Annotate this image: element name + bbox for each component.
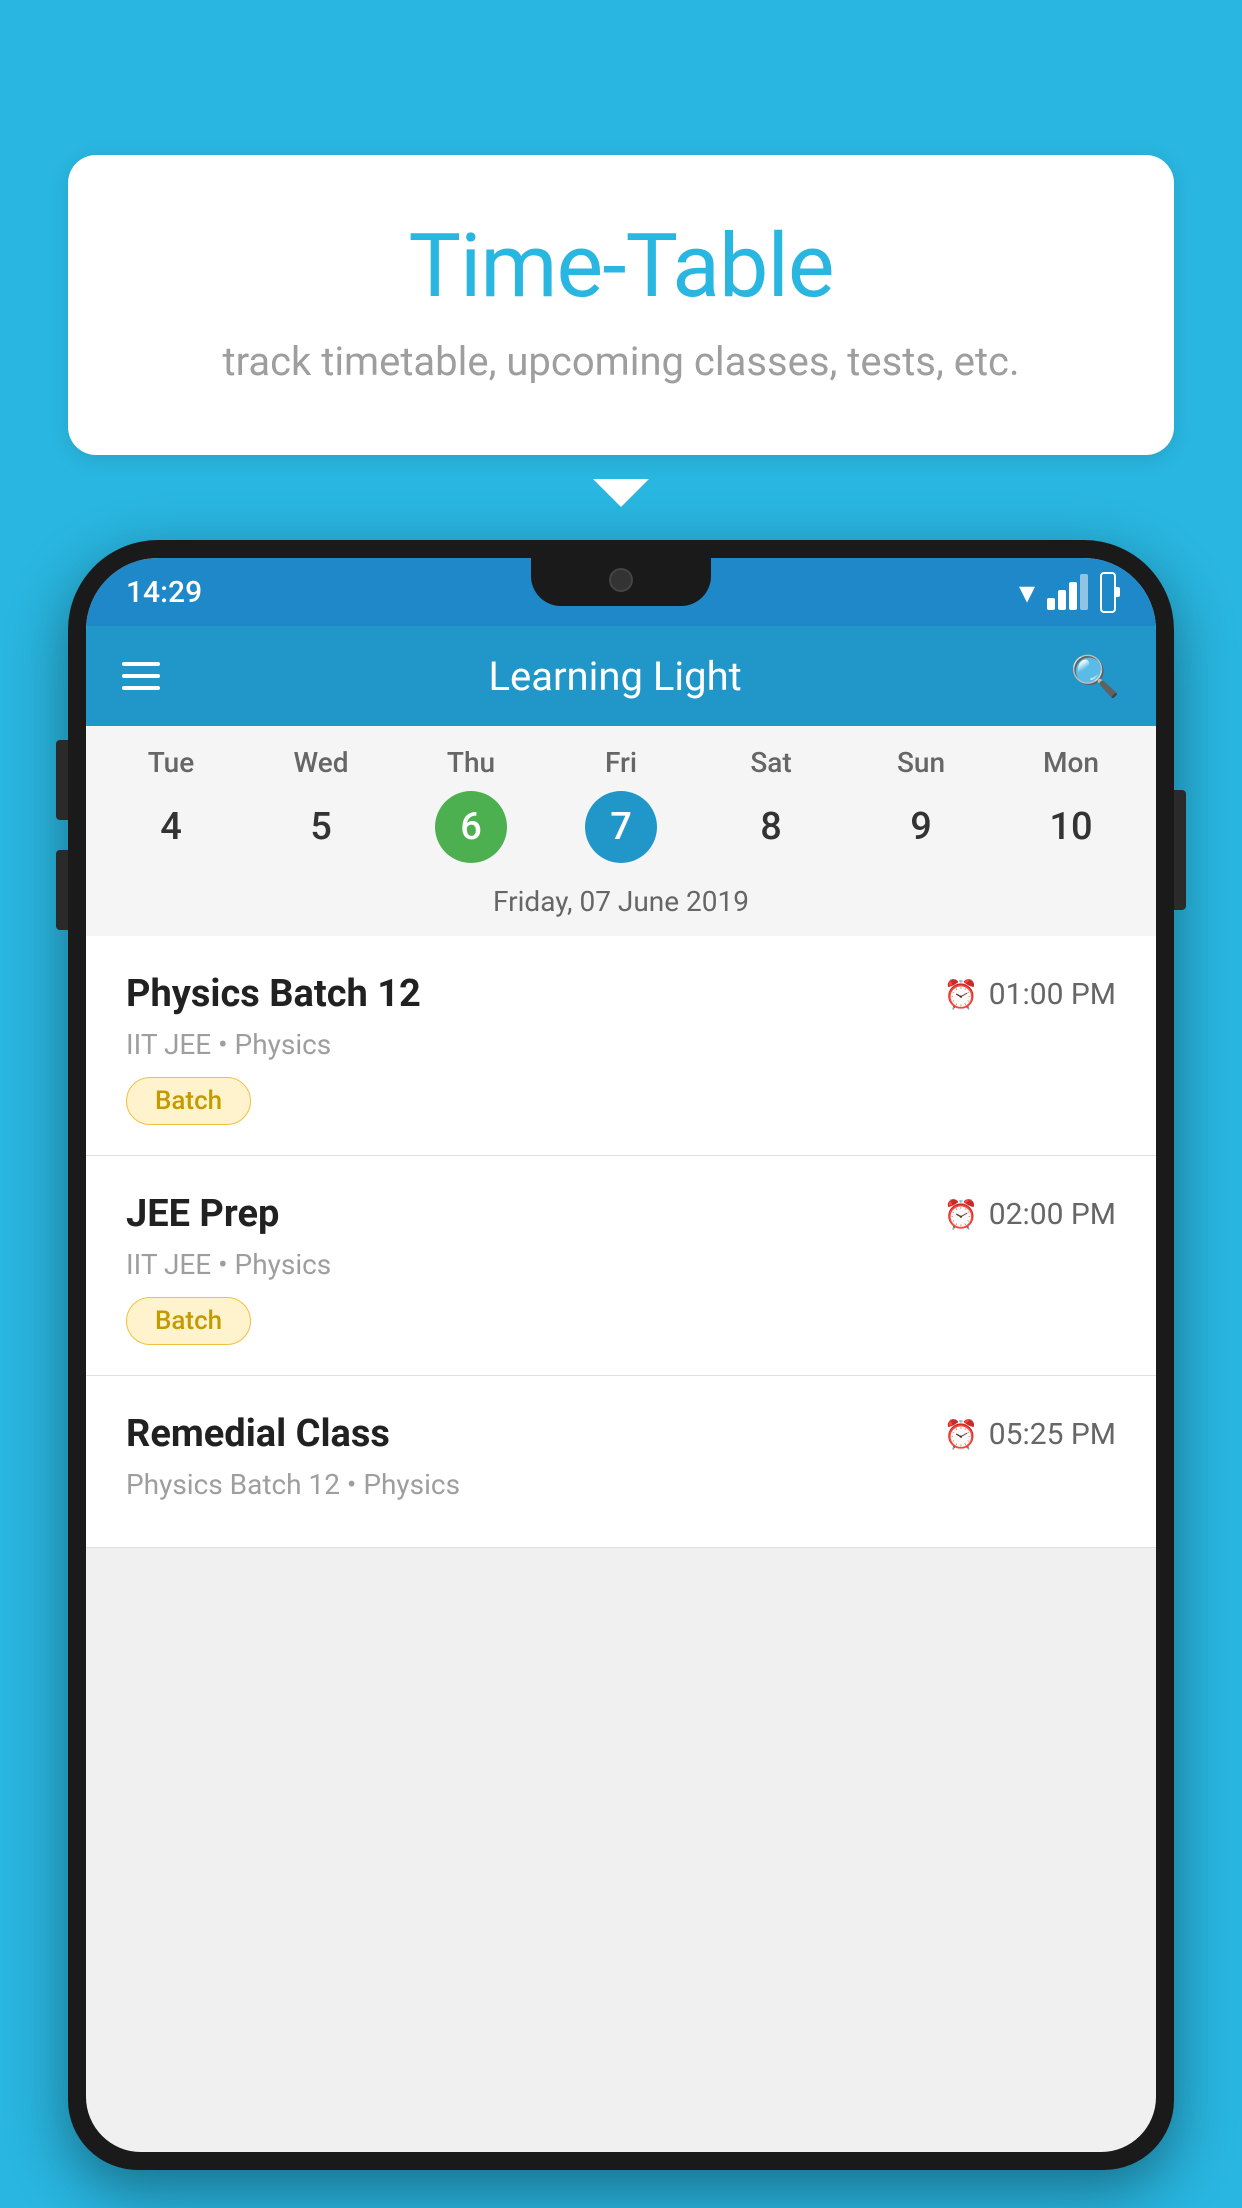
batch-badge-1: Batch	[126, 1077, 251, 1125]
schedule-item-2[interactable]: JEE Prep ⏰ 02:00 PM IIT JEE • Physics Ba…	[86, 1156, 1156, 1376]
selected-date-label: Friday, 07 June 2019	[96, 873, 1146, 936]
schedule-item-time-2: ⏰ 02:00 PM	[944, 1197, 1116, 1232]
wifi-icon: ▾	[1019, 573, 1035, 611]
schedule-item-time-value-1: 01:00 PM	[989, 977, 1116, 1012]
day-tue[interactable]: Tue 4	[111, 746, 231, 863]
battery-icon	[1100, 572, 1116, 613]
search-icon[interactable]: 🔍	[1070, 653, 1120, 700]
day-name-mon: Mon	[1043, 746, 1099, 779]
day-wed[interactable]: Wed 5	[261, 746, 381, 863]
phone-camera	[609, 568, 633, 592]
day-name-sun: Sun	[897, 746, 945, 779]
schedule-item-time-value-3: 05:25 PM	[989, 1417, 1116, 1452]
schedule-item-subtitle-2: IIT JEE • Physics	[126, 1248, 1116, 1281]
calendar-strip: Tue 4 Wed 5 Thu 6 Fri 7	[86, 726, 1156, 936]
day-name-sat: Sat	[750, 746, 791, 779]
app-title: Learning Light	[190, 653, 1040, 700]
batch-badge-2: Batch	[126, 1297, 251, 1345]
schedule-item-time-1: ⏰ 01:00 PM	[944, 977, 1116, 1012]
schedule-list: Physics Batch 12 ⏰ 01:00 PM IIT JEE • Ph…	[86, 936, 1156, 1548]
speech-bubble-container: Time-Table track timetable, upcoming cla…	[68, 155, 1174, 455]
status-time: 14:29	[126, 575, 202, 610]
bubble-title: Time-Table	[148, 215, 1094, 318]
status-icons: ▾	[1019, 572, 1116, 613]
schedule-item-3[interactable]: Remedial Class ⏰ 05:25 PM Physics Batch …	[86, 1376, 1156, 1548]
schedule-item-title-2: JEE Prep	[126, 1192, 279, 1236]
days-row: Tue 4 Wed 5 Thu 6 Fri 7	[96, 726, 1146, 873]
clock-icon-3: ⏰	[944, 1418, 979, 1451]
phone-frame: 14:29 ▾	[68, 540, 1174, 2208]
schedule-item-time-3: ⏰ 05:25 PM	[944, 1417, 1116, 1452]
bubble-subtitle: track timetable, upcoming classes, tests…	[148, 338, 1094, 385]
day-num-fri: 7	[585, 791, 657, 863]
app-bar: Learning Light 🔍	[86, 626, 1156, 726]
day-sun[interactable]: Sun 9	[861, 746, 981, 863]
day-thu[interactable]: Thu 6	[411, 746, 531, 863]
schedule-item-subtitle-3: Physics Batch 12 • Physics	[126, 1468, 1116, 1501]
phone-screen: 14:29 ▾	[86, 558, 1156, 2152]
schedule-item-1[interactable]: Physics Batch 12 ⏰ 01:00 PM IIT JEE • Ph…	[86, 936, 1156, 1156]
phone-outer: 14:29 ▾	[68, 540, 1174, 2170]
day-num-sun: 9	[885, 791, 957, 863]
day-name-wed: Wed	[293, 746, 348, 779]
schedule-item-header-3: Remedial Class ⏰ 05:25 PM	[126, 1412, 1116, 1456]
day-num-mon: 10	[1035, 791, 1107, 863]
signal-icon	[1047, 574, 1088, 610]
schedule-item-header-2: JEE Prep ⏰ 02:00 PM	[126, 1192, 1116, 1236]
day-name-thu: Thu	[447, 746, 495, 779]
schedule-item-time-value-2: 02:00 PM	[989, 1197, 1116, 1232]
schedule-item-subtitle-1: IIT JEE • Physics	[126, 1028, 1116, 1061]
day-num-thu: 6	[435, 791, 507, 863]
day-mon[interactable]: Mon 10	[1011, 746, 1131, 863]
schedule-item-header-1: Physics Batch 12 ⏰ 01:00 PM	[126, 972, 1116, 1016]
schedule-item-title-1: Physics Batch 12	[126, 972, 421, 1016]
phone-notch	[531, 558, 711, 606]
day-name-tue: Tue	[148, 746, 195, 779]
day-fri[interactable]: Fri 7	[561, 746, 681, 863]
day-name-fri: Fri	[605, 746, 637, 779]
speech-bubble: Time-Table track timetable, upcoming cla…	[68, 155, 1174, 455]
phone-button-power	[1174, 790, 1186, 910]
clock-icon-2: ⏰	[944, 1198, 979, 1231]
phone-button-volume-down	[56, 850, 68, 930]
hamburger-icon[interactable]	[122, 662, 160, 690]
day-num-tue: 4	[135, 791, 207, 863]
day-num-sat: 8	[735, 791, 807, 863]
day-sat[interactable]: Sat 8	[711, 746, 831, 863]
schedule-item-title-3: Remedial Class	[126, 1412, 390, 1456]
clock-icon-1: ⏰	[944, 978, 979, 1011]
phone-button-volume-up	[56, 740, 68, 820]
day-num-wed: 5	[285, 791, 357, 863]
